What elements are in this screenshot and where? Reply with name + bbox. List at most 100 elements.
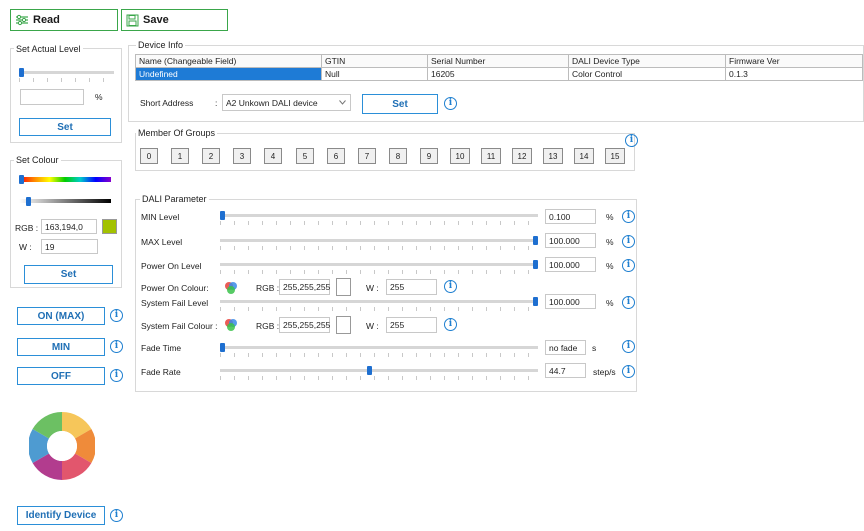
short-address-info-icon[interactable]: i xyxy=(444,97,457,110)
read-sliders-icon xyxy=(16,14,28,26)
group-checkbox-8[interactable]: 8 xyxy=(389,148,407,164)
system-fail-rgb-input[interactable]: 255,255,255 xyxy=(279,317,330,333)
min-level-ticks xyxy=(220,221,538,225)
system-fail-level-info-icon[interactable]: i xyxy=(622,296,635,309)
max-level-slider-track[interactable] xyxy=(220,239,538,242)
set-colour-button[interactable]: Set xyxy=(24,265,113,284)
min-level-info-icon[interactable]: i xyxy=(622,210,635,223)
identify-info-icon[interactable]: i xyxy=(110,509,123,522)
save-button[interactable]: Save xyxy=(121,9,228,31)
system-fail-w-input[interactable]: 255 xyxy=(386,317,437,333)
fade-time-input[interactable]: no fade xyxy=(545,340,586,355)
colour-wheel-icon xyxy=(29,412,95,480)
power-on-level-input[interactable]: 100.000 xyxy=(545,257,596,272)
on-max-info-icon[interactable]: i xyxy=(110,309,123,322)
off-info-icon[interactable]: i xyxy=(110,369,123,382)
power-on-w-label: W : xyxy=(366,283,379,293)
power-on-level-unit: % xyxy=(606,261,614,271)
group-checkbox-3[interactable]: 3 xyxy=(233,148,251,164)
fade-time-ticks xyxy=(220,353,538,357)
short-address-colon: : xyxy=(215,98,218,108)
cell-serial: 16205 xyxy=(427,67,569,81)
fade-time-slider-track[interactable] xyxy=(220,346,538,349)
white-slider-track[interactable] xyxy=(19,199,111,203)
table-row[interactable]: Undefined Null 16205 Color Control 0.1.3 xyxy=(135,67,863,81)
actual-level-slider-thumb[interactable] xyxy=(19,68,24,77)
min-level-slider-thumb[interactable] xyxy=(220,211,226,220)
fade-rate-slider-thumb[interactable] xyxy=(367,366,373,375)
power-on-w-input[interactable]: 255 xyxy=(386,279,437,295)
off-button[interactable]: OFF xyxy=(17,367,105,385)
group-checkbox-7[interactable]: 7 xyxy=(358,148,376,164)
set-actual-level-button[interactable]: Set xyxy=(19,118,111,136)
col-firmware: Firmware Ver xyxy=(725,54,863,68)
max-level-input[interactable]: 100.000 xyxy=(545,233,596,248)
fade-rate-slider-track[interactable] xyxy=(220,369,538,372)
system-fail-rgb-label: RGB : xyxy=(256,321,280,331)
rgb-circles-icon xyxy=(225,319,237,331)
min-button[interactable]: MIN xyxy=(17,338,105,356)
group-checkbox-9[interactable]: 9 xyxy=(420,148,438,164)
max-level-slider-thumb[interactable] xyxy=(533,236,538,245)
fade-time-unit: s xyxy=(592,343,597,353)
power-on-level-info-icon[interactable]: i xyxy=(622,259,635,272)
power-on-level-ticks xyxy=(220,270,538,274)
group-checkbox-4[interactable]: 4 xyxy=(264,148,282,164)
fade-time-info-icon[interactable]: i xyxy=(622,340,635,353)
set-short-address-button[interactable]: Set xyxy=(362,94,438,114)
short-address-select[interactable]: A2 Unkown DALI device xyxy=(222,94,351,111)
system-fail-level-unit: % xyxy=(606,298,614,308)
system-fail-level-input[interactable]: 100.000 xyxy=(545,294,596,309)
group-checkbox-6[interactable]: 6 xyxy=(327,148,345,164)
power-on-rgb-input[interactable]: 255,255,255 xyxy=(279,279,330,295)
system-fail-level-slider-thumb[interactable] xyxy=(533,297,538,306)
group-checkbox-12[interactable]: 12 xyxy=(512,148,532,164)
white-slider-thumb[interactable] xyxy=(26,197,31,206)
device-info-table: Name (Changeable Field) GTIN Serial Numb… xyxy=(135,54,863,81)
power-on-level-slider-track[interactable] xyxy=(220,263,538,266)
actual-level-unit: % xyxy=(95,92,103,102)
hue-slider-track[interactable] xyxy=(19,177,111,182)
colour-w-input[interactable]: 19 xyxy=(41,239,98,254)
read-button[interactable]: Read xyxy=(10,9,118,31)
cell-device-type: Color Control xyxy=(568,67,726,81)
system-fail-colour-info-icon[interactable]: i xyxy=(444,318,457,331)
system-fail-level-slider-track[interactable] xyxy=(220,300,538,303)
min-level-input[interactable]: 0.100 xyxy=(545,209,596,224)
group-checkbox-13[interactable]: 13 xyxy=(543,148,563,164)
actual-level-input[interactable] xyxy=(20,89,84,105)
power-on-level-slider-thumb[interactable] xyxy=(533,260,538,269)
group-checkbox-0[interactable]: 0 xyxy=(140,148,158,164)
min-info-icon[interactable]: i xyxy=(110,340,123,353)
fade-rate-input[interactable]: 44.7 xyxy=(545,363,586,378)
colour-rgb-input[interactable]: 163,194,0 xyxy=(41,219,97,234)
on-max-button[interactable]: ON (MAX) xyxy=(17,307,105,325)
max-level-info-icon[interactable]: i xyxy=(622,235,635,248)
fade-rate-ticks xyxy=(220,376,538,380)
cell-firmware: 0.1.3 xyxy=(725,67,863,81)
group-checkbox-14[interactable]: 14 xyxy=(574,148,594,164)
group-checkbox-1[interactable]: 1 xyxy=(171,148,189,164)
min-level-label: MIN Level xyxy=(141,212,180,222)
col-gtin: GTIN xyxy=(321,54,428,68)
group-checkbox-2[interactable]: 2 xyxy=(202,148,220,164)
min-level-slider-track[interactable] xyxy=(220,214,538,217)
max-level-unit: % xyxy=(606,237,614,247)
min-level-unit: % xyxy=(606,212,614,222)
system-fail-colour-label: System Fail Colour : xyxy=(141,321,218,331)
fade-rate-info-icon[interactable]: i xyxy=(622,365,635,378)
cell-name[interactable]: Undefined xyxy=(135,67,322,81)
identify-device-button[interactable]: Identify Device xyxy=(17,506,105,525)
colour-w-label: W : xyxy=(19,242,32,252)
hue-slider-thumb[interactable] xyxy=(19,175,24,184)
power-on-colour-info-icon[interactable]: i xyxy=(444,280,457,293)
member-of-groups-title: Member Of Groups xyxy=(136,128,218,138)
group-checkbox-11[interactable]: 11 xyxy=(481,148,501,164)
group-checkbox-5[interactable]: 5 xyxy=(296,148,314,164)
fade-time-slider-thumb[interactable] xyxy=(220,343,225,352)
group-checkbox-10[interactable]: 10 xyxy=(450,148,470,164)
actual-level-slider-track[interactable] xyxy=(19,71,114,74)
groups-info-icon[interactable]: i xyxy=(625,134,638,147)
group-checkbox-15[interactable]: 15 xyxy=(605,148,625,164)
fade-rate-label: Fade Rate xyxy=(141,367,181,377)
